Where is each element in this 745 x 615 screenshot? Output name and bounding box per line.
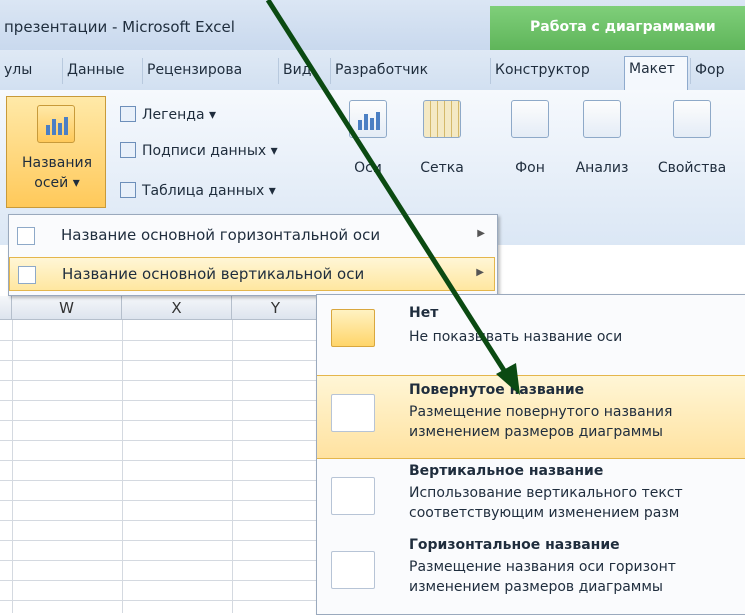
background-icon <box>511 100 549 138</box>
tab-data[interactable]: Данные <box>62 58 142 84</box>
axes-icon <box>349 100 387 138</box>
tab-developer[interactable]: Разработчик <box>330 58 488 84</box>
tab-layout[interactable]: Макет <box>624 56 688 90</box>
tab-review[interactable]: Рецензирова <box>142 58 278 84</box>
data-table-icon <box>120 182 136 198</box>
analysis-icon <box>583 100 621 138</box>
tab-view[interactable]: Вид <box>278 58 330 84</box>
data-labels-icon <box>120 142 136 158</box>
properties-label: Свойства <box>657 160 727 176</box>
legend-label: Легенда ▾ <box>142 107 216 123</box>
gridlines-icon <box>423 100 461 138</box>
column-header-x[interactable]: X <box>122 296 232 320</box>
option-vertical-title[interactable]: Вертикальное название Использование верт… <box>317 459 745 533</box>
horizontal-title-icon <box>331 551 375 589</box>
tab-formulas[interactable]: улы <box>0 58 62 84</box>
no-title-icon <box>331 309 375 347</box>
option-horizontal-title[interactable]: Горизонтальное название Размещение назва… <box>317 533 745 613</box>
background-label: Фон <box>515 160 545 176</box>
axis-titles-label-2: осей ▾ <box>34 175 80 191</box>
option-title: Повернутое название <box>409 382 585 398</box>
window-title: презентации - Microsoft Excel <box>4 18 235 36</box>
worksheet-grid[interactable]: W X Y <box>0 296 320 613</box>
chart-tools-context-group: Работа с диаграммами <box>490 6 745 50</box>
tab-format[interactable]: Фор <box>690 58 745 84</box>
submenu-arrow-icon: ▶ <box>476 267 484 278</box>
axis-titles-label-1: Названия <box>21 155 93 171</box>
option-desc-2: изменением размеров диаграммы <box>409 579 663 595</box>
menu-item-label: Название основной вертикальной оси <box>62 265 365 283</box>
option-title: Горизонтальное название <box>409 537 620 553</box>
axes-button[interactable]: Оси <box>338 100 398 205</box>
select-all-corner[interactable] <box>0 296 12 320</box>
axes-label: Оси <box>354 160 382 176</box>
gridlines-button[interactable]: Сетка <box>408 100 476 205</box>
column-header-y[interactable]: Y <box>232 296 320 320</box>
axis-titles-button[interactable]: Названия осей ▾ <box>6 96 106 208</box>
gridlines-label: Сетка <box>420 160 464 176</box>
title-bar: презентации - Microsoft Excel Работа с д… <box>0 0 745 50</box>
axis-titles-icon <box>37 105 75 143</box>
background-button[interactable]: Фон <box>500 100 560 205</box>
ribbon-tabs: улы Данные Рецензирова Вид Разработчик К… <box>0 50 745 91</box>
analysis-label: Анализ <box>575 160 629 176</box>
option-title: Вертикальное название <box>409 463 604 479</box>
axis-titles-menu: Название основной горизонтальной оси ▶ Н… <box>8 214 498 296</box>
legend-icon <box>120 106 136 122</box>
data-table-label: Таблица данных ▾ <box>142 183 276 199</box>
rotated-title-icon <box>331 394 375 432</box>
data-labels-label: Подписи данных ▾ <box>142 143 278 159</box>
option-desc-2: соответствующим изменением разм <box>409 505 680 521</box>
option-desc: Использование вертикального текст <box>409 485 683 501</box>
option-desc-2: изменением размеров диаграммы <box>409 424 663 440</box>
chart-tools-title: Работа с диаграммами <box>530 19 716 35</box>
horizontal-axis-title-icon <box>17 227 35 245</box>
properties-button[interactable]: Свойства <box>646 100 738 205</box>
vertical-title-icon <box>331 477 375 515</box>
menu-item-label: Название основной горизонтальной оси <box>61 226 381 244</box>
properties-icon <box>673 100 711 138</box>
submenu-arrow-icon: ▶ <box>477 228 485 239</box>
option-rotated-title[interactable]: Повернутое название Размещение повернуто… <box>317 375 745 459</box>
vertical-axis-title-menu: Нет Не показывать название оси Повернуто… <box>316 294 745 615</box>
tab-design[interactable]: Конструктор <box>490 58 622 84</box>
column-header-w[interactable]: W <box>12 296 122 320</box>
analysis-button[interactable]: Анализ <box>566 100 638 205</box>
menu-item-primary-vertical-axis-title[interactable]: Название основной вертикальной оси ▶ <box>9 257 495 291</box>
option-none[interactable]: Нет Не показывать название оси <box>317 295 745 373</box>
vertical-axis-title-icon <box>18 266 36 284</box>
data-labels-button[interactable]: Подписи данных ▾ <box>120 142 278 159</box>
option-desc: Размещение названия оси горизонт <box>409 559 676 575</box>
legend-button[interactable]: Легенда ▾ <box>120 106 216 123</box>
option-title: Нет <box>409 305 439 321</box>
data-table-button[interactable]: Таблица данных ▾ <box>120 182 276 199</box>
option-desc: Размещение повернутого названия <box>409 404 673 420</box>
option-desc: Не показывать название оси <box>409 329 623 345</box>
menu-item-primary-horizontal-axis-title[interactable]: Название основной горизонтальной оси ▶ <box>9 219 495 253</box>
